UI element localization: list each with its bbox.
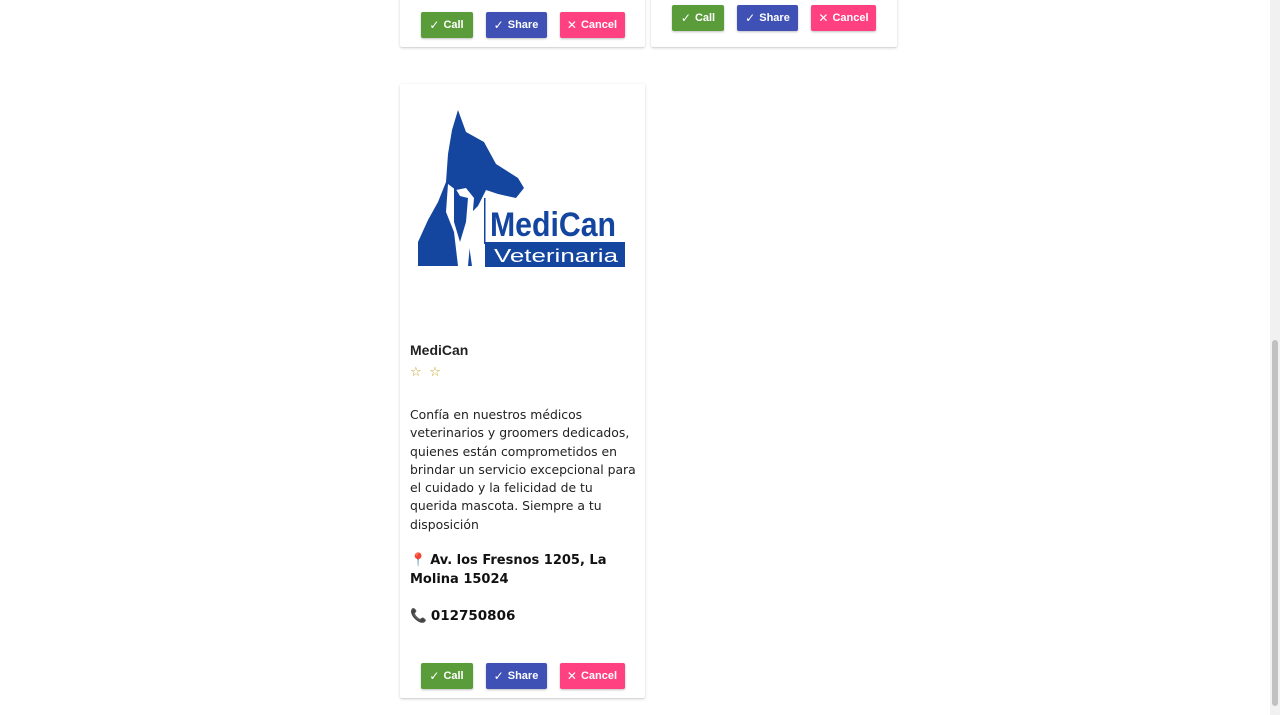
scrollbar-thumb[interactable] <box>1272 340 1278 706</box>
share-button[interactable]: ✓ Share <box>485 663 547 689</box>
call-button[interactable]: ✓ Call <box>420 663 473 689</box>
check-icon: ✓ <box>429 18 440 32</box>
card-actions: ✓ Call ✓ Share ✕ Cancel <box>400 12 645 38</box>
card-actions: ✓ Call ✓ Share ✕ Cancel <box>651 5 897 31</box>
check-icon: ✓ <box>493 18 504 32</box>
address-text: Av. los Fresnos 1205, La Molina 15024 <box>410 553 607 587</box>
check-icon: ✓ <box>429 669 440 683</box>
call-button[interactable]: ✓ Call <box>672 5 724 31</box>
cancel-button[interactable]: ✕ Cancel <box>559 663 625 689</box>
phone-text: 012750806 <box>430 608 516 624</box>
check-icon: ✓ <box>680 11 691 25</box>
clinic-description: Confía en nuestros médicos veterinarios … <box>410 407 636 532</box>
rating-stars: ☆ ☆ <box>410 364 443 379</box>
check-icon: ✓ <box>493 669 504 683</box>
cancel-button[interactable]: ✕ Cancel <box>559 12 625 38</box>
phone-icon: 📞 <box>410 608 427 624</box>
cancel-button[interactable]: ✕ Cancel <box>811 5 876 31</box>
clinic-name: MediCan <box>410 342 469 358</box>
page-scrollbar[interactable] <box>1270 0 1280 715</box>
pin-icon: 📍 <box>410 553 427 568</box>
medican-logo: MediCan Veterinaria <box>418 110 625 267</box>
vet-card-medican: MediCan Veterinaria MediCan ☆ ☆ Confía e… <box>400 84 645 698</box>
card-actions: ✓ Call ✓ Share ✕ Cancel <box>400 663 645 689</box>
vet-card-top-right: ✓ Call ✓ Share ✕ Cancel <box>651 0 897 47</box>
clinic-phone: 📞 012750806 <box>410 608 515 624</box>
logo-brand-text: MediCan <box>490 206 616 244</box>
vet-card-top-left: ✓ Call ✓ Share ✕ Cancel <box>400 0 645 47</box>
close-icon: ✕ <box>818 11 829 25</box>
share-button[interactable]: ✓ Share <box>485 12 547 38</box>
share-button[interactable]: ✓ Share <box>737 5 798 31</box>
logo-sub-text: Veterinaria <box>494 246 619 266</box>
check-icon: ✓ <box>745 11 756 25</box>
close-icon: ✕ <box>566 669 577 683</box>
clinic-address: 📍 Av. los Fresnos 1205, La Molina 15024 <box>410 552 642 589</box>
close-icon: ✕ <box>566 18 577 32</box>
call-button[interactable]: ✓ Call <box>420 12 473 38</box>
